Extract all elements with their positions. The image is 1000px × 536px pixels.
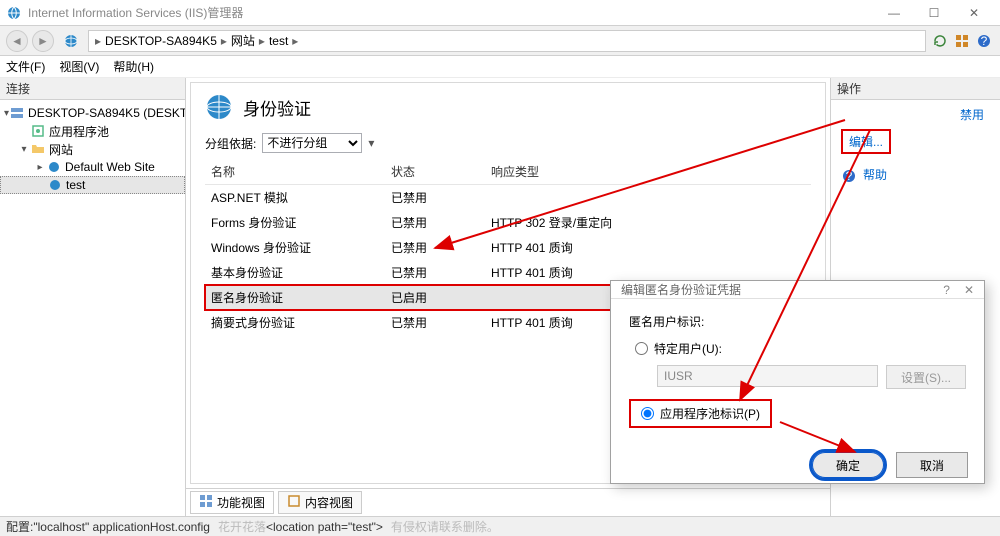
menu-file[interactable]: 文件(F)	[6, 58, 45, 75]
expand-icon[interactable]: ▸	[34, 162, 46, 173]
group-by-label: 分组依据:	[205, 135, 256, 152]
col-response[interactable]: 响应类型	[485, 159, 811, 184]
radio-app-pool-label: 应用程序池标识(P)	[660, 405, 760, 422]
dialog-close-icon[interactable]: ✕	[964, 283, 974, 297]
action-edit[interactable]: 编辑...	[849, 133, 883, 150]
radio-app-pool-highlight: 应用程序池标识(P)	[629, 399, 772, 428]
grid-icon[interactable]	[952, 31, 972, 51]
dialog-title: 编辑匿名身份验证凭据	[621, 281, 741, 298]
tree-default-label: Default Web Site	[65, 160, 155, 174]
maximize-button[interactable]: ☐	[914, 3, 954, 23]
nav-back-button[interactable]: ◄	[6, 30, 28, 52]
tree-root-label: DESKTOP-SA894K5 (DESKTO	[28, 106, 185, 120]
connections-header: 连接	[0, 78, 185, 100]
radio-specific-label: 特定用户(U):	[654, 340, 722, 357]
table-row[interactable]: Forms 身份验证 已禁用 HTTP 302 登录/重定向	[205, 210, 811, 235]
specific-user-field[interactable]	[657, 365, 878, 387]
chevron-right-icon: ▸	[221, 34, 227, 48]
content-icon	[287, 494, 301, 511]
breadcrumb-sites[interactable]: 网站	[231, 32, 255, 49]
tree-pool-label: 应用程序池	[49, 123, 109, 140]
window-title: Internet Information Services (IIS)管理器	[28, 4, 243, 21]
group-by-select[interactable]: 不进行分组	[262, 133, 362, 153]
address-bar: ◄ ► ▸ DESKTOP-SA894K5 ▸ 网站 ▸ test ▸ ?	[0, 26, 1000, 56]
tab-features[interactable]: 功能视图	[190, 491, 274, 514]
edit-anonymous-dialog: 编辑匿名身份验证凭据 ? ✕ 匿名用户标识: 特定用户(U): 设置(S)...…	[610, 280, 985, 484]
features-icon	[199, 494, 213, 511]
menu-view[interactable]: 视图(V)	[59, 58, 99, 75]
radio-specific-input[interactable]	[635, 342, 648, 355]
minimize-button[interactable]: —	[874, 3, 914, 23]
set-user-button[interactable]: 设置(S)...	[886, 365, 966, 389]
refresh-icon[interactable]	[930, 31, 950, 51]
authentication-icon	[205, 93, 233, 121]
chevron-right-icon: ▸	[259, 34, 265, 48]
chevron-right-icon: ▸	[95, 34, 101, 48]
table-row[interactable]: Windows 身份验证 已禁用 HTTP 401 质询	[205, 235, 811, 260]
pool-icon	[30, 123, 46, 139]
status-text: "localhost" applicationHost.config	[33, 520, 210, 534]
site-icon	[47, 177, 63, 193]
tree-app-pools[interactable]: 应用程序池	[0, 122, 185, 140]
action-disable[interactable]: 禁用	[841, 106, 990, 123]
cancel-button[interactable]: 取消	[896, 452, 968, 478]
dialog-help-icon[interactable]: ?	[943, 283, 950, 297]
table-row[interactable]: ASP.NET 模拟 已禁用	[205, 185, 811, 210]
expand-icon[interactable]: ▾	[18, 144, 30, 155]
radio-specific-user[interactable]: 特定用户(U):	[629, 340, 966, 357]
tree-root[interactable]: ▾ DESKTOP-SA894K5 (DESKTO	[0, 104, 185, 122]
tree-default-site[interactable]: ▸ Default Web Site	[0, 158, 185, 176]
nav-forward-button[interactable]: ►	[32, 30, 54, 52]
chevron-right-icon: ▸	[292, 34, 298, 48]
close-button[interactable]: ✕	[954, 3, 994, 23]
menu-bar: 文件(F) 视图(V) 帮助(H)	[0, 56, 1000, 78]
title-bar: Internet Information Services (IIS)管理器 —…	[0, 0, 1000, 26]
watermark: 花开花落	[218, 518, 266, 535]
tree-sites-label: 网站	[49, 141, 73, 158]
ok-button[interactable]: 确定	[812, 452, 884, 478]
col-name[interactable]: 名称	[205, 159, 385, 184]
breadcrumb[interactable]: ▸ DESKTOP-SA894K5 ▸ 网站 ▸ test ▸	[88, 30, 926, 52]
app-icon	[6, 5, 22, 21]
tab-content[interactable]: 内容视图	[278, 491, 362, 514]
server-icon	[9, 105, 25, 121]
anonymous-identity-label: 匿名用户标识:	[629, 313, 966, 330]
svg-text:?: ?	[981, 34, 988, 48]
grid-header: 名称 状态 响应类型	[205, 159, 811, 185]
dropdown-icon: ▾	[368, 136, 374, 150]
action-help[interactable]: 帮助	[863, 166, 887, 183]
help-icon: ?	[841, 168, 857, 187]
globe-icon	[62, 32, 80, 50]
folder-icon	[30, 141, 46, 157]
breadcrumb-root[interactable]: DESKTOP-SA894K5	[105, 34, 217, 48]
status-bar: 配置: "localhost" applicationHost.config 花…	[0, 516, 1000, 536]
svg-text:?: ?	[846, 169, 853, 183]
connections-panel: 连接 ▾ DESKTOP-SA894K5 (DESKTO 应用程序池 ▾ 网站 …	[0, 78, 186, 516]
page-title: 身份验证	[243, 95, 311, 120]
connections-tree[interactable]: ▾ DESKTOP-SA894K5 (DESKTO 应用程序池 ▾ 网站 ▸ D…	[0, 100, 185, 516]
view-tabs: 功能视图 内容视图	[186, 488, 830, 516]
radio-app-pool-input[interactable]	[641, 407, 654, 420]
help-icon[interactable]: ?	[974, 31, 994, 51]
action-edit-highlight: 编辑...	[841, 129, 891, 154]
site-icon	[46, 159, 62, 175]
breadcrumb-test[interactable]: test	[269, 34, 288, 48]
actions-header: 操作	[831, 78, 1000, 100]
dialog-title-bar: 编辑匿名身份验证凭据 ? ✕	[611, 281, 984, 299]
menu-help[interactable]: 帮助(H)	[113, 58, 154, 75]
col-status[interactable]: 状态	[385, 159, 485, 184]
status-prefix: 配置:	[6, 518, 33, 535]
status-location: <location path="test">	[266, 520, 383, 534]
tree-test-label: test	[66, 178, 85, 192]
tree-sites[interactable]: ▾ 网站	[0, 140, 185, 158]
watermark: 有侵权请联系删除。	[391, 518, 499, 535]
tree-test-site[interactable]: test	[0, 176, 185, 194]
